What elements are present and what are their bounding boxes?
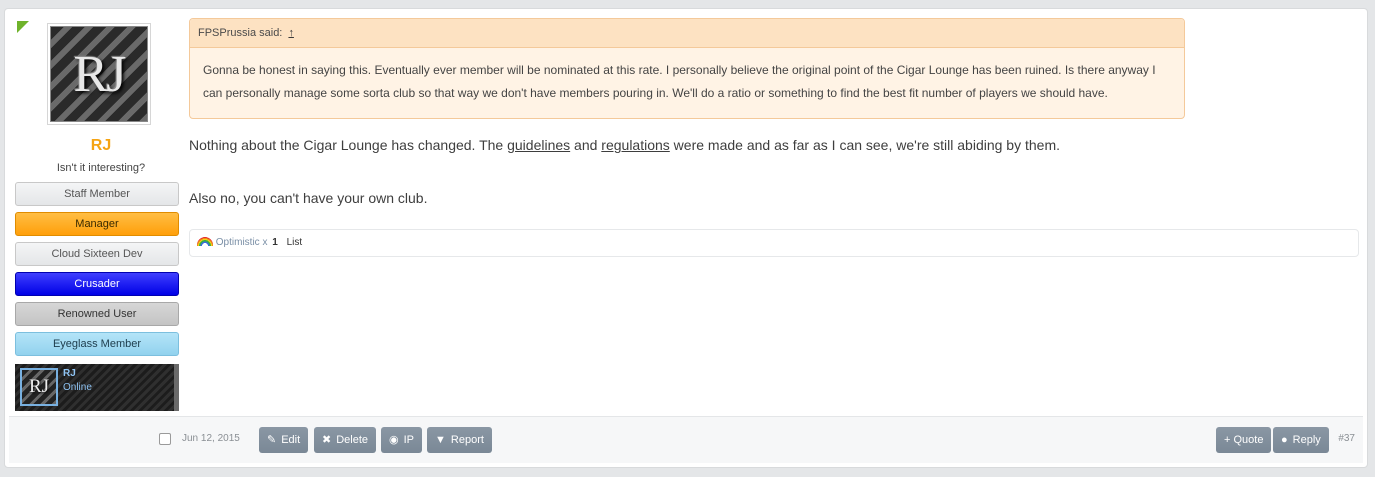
quote-author: FPSPrussia said: [198,27,283,39]
thumbs-down-icon: ▼ [435,433,446,446]
report-button[interactable]: ▼ Report [427,427,492,453]
report-label: Report [450,434,484,446]
avatar-image: RJ [50,26,148,122]
reply-label: Reply [1292,434,1321,446]
online-status: Online [63,382,92,393]
edit-button[interactable]: ✎ Edit [259,427,309,453]
banner-cloud-sixteen-dev: Cloud Sixteen Dev [15,242,179,266]
banner-crusader: Crusader [15,272,179,296]
message-paragraph-2: Also no, you can't have your own club. [189,190,428,206]
ratings-list-link[interactable]: List [287,237,303,248]
user-status-card[interactable]: RJ RJ Online [15,364,179,411]
select-post-checkbox[interactable] [159,433,171,445]
rating-count: 1 [272,237,278,248]
user-title: Isn't it interesting? [56,162,146,174]
mini-avatar: RJ [20,368,58,406]
delete-label: Delete [336,434,369,446]
ratings-bar: Optimistic x 1 List [189,229,1359,257]
reply-button[interactable]: ● Reply [1273,427,1329,453]
pencil-icon: ✎ [267,433,277,446]
banner-renowned-user: Renowned User [15,302,179,326]
banner-staff-member: Staff Member [15,182,179,206]
quote-header: FPSPrussia said: ↑ [190,19,1184,48]
edit-label: Edit [281,434,301,446]
new-post-flag-icon [17,21,29,33]
regulations-link[interactable]: regulations [601,137,670,153]
quote-block: FPSPrussia said: ↑ Gonna be honest in sa… [189,18,1185,119]
post-date[interactable]: Jun 12, 2015 [182,433,240,444]
banner-eyeglass-member: Eyeglass Member [15,332,179,356]
message-text: and [570,137,602,153]
message-text: Nothing about the Cigar Lounge has chang… [189,137,508,153]
forum-post: RJ RJ Isn't it interesting? Staff Member… [4,8,1368,468]
globe-icon: ◉ [389,433,399,446]
delete-button[interactable]: ✖ Delete [314,427,377,453]
quote-label: + Quote [1224,434,1264,446]
guidelines-link[interactable]: guidelines [507,137,570,153]
rating-label[interactable]: Optimistic x [216,237,268,248]
rainbow-icon [197,237,213,246]
speech-bubble-icon: ● [1281,433,1288,446]
quote-text: Gonna be honest in saying this. Eventual… [203,63,1156,100]
ip-label: IP [403,434,415,446]
user-avatar[interactable]: RJ [47,23,151,125]
post-number[interactable]: #37 [1338,433,1355,444]
quote-button[interactable]: + Quote [1216,427,1272,453]
post-footer: Jun 12, 2015 ✎ Edit ✖ Delete ◉ IP ▼ Repo… [9,416,1363,463]
message-paragraph-1: Nothing about the Cigar Lounge has chang… [189,137,1189,153]
message-body: Nothing about the Cigar Lounge has chang… [189,137,1189,206]
banner-manager: Manager [15,212,179,236]
username[interactable]: RJ [15,137,187,155]
quote-jump-link[interactable]: ↑ [288,27,294,39]
mini-card-name: RJ [63,368,76,379]
mini-avatar-initials: RJ [28,376,50,397]
avatar-initials: RJ [73,45,127,103]
ip-button[interactable]: ◉ IP [381,427,423,453]
message-text: were made and as far as I can see, we're… [669,137,1060,153]
close-icon: ✖ [322,433,332,446]
